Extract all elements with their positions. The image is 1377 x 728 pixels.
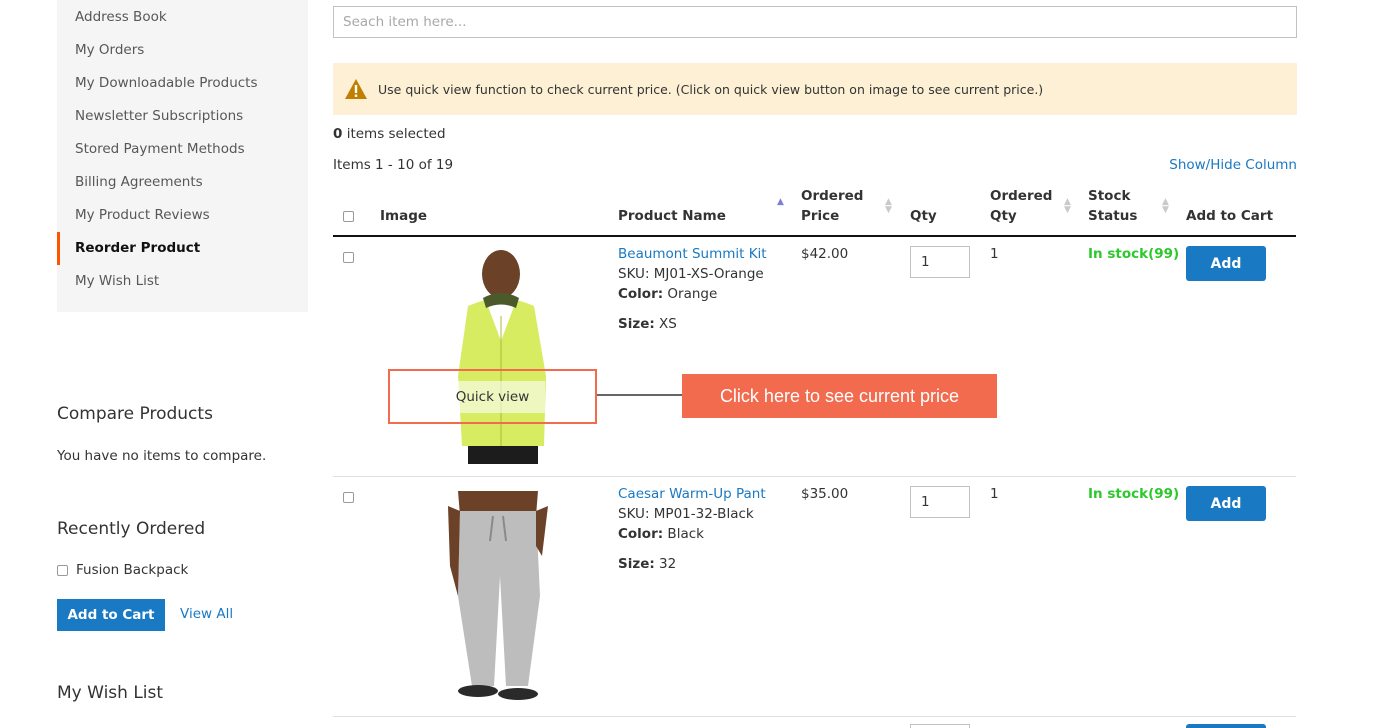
column-header-stock-status[interactable]: Stock Status — [1088, 186, 1137, 226]
product-sku: SKU: MP01-32-Black — [618, 506, 754, 522]
recently-ordered-title: Recently Ordered — [57, 519, 206, 539]
add-button[interactable]: Add — [1186, 486, 1266, 521]
select-all-checkbox[interactable] — [343, 211, 354, 222]
product-image-jacket[interactable] — [428, 246, 568, 464]
sort-unsorted-icon[interactable]: ▲ ▼ — [1064, 198, 1071, 215]
account-sidebar-nav: Address Book My Orders My Downloadable P… — [57, 0, 308, 312]
sort-unsorted-icon[interactable]: ▲ ▼ — [885, 198, 892, 215]
column-header-qty: Qty — [910, 208, 937, 224]
table-row: Caesar Warm-Up Pant SKU: MP01-32-Black C… — [333, 478, 1296, 717]
show-hide-column-link[interactable]: Show/Hide Column — [1169, 157, 1297, 173]
compare-products-title: Compare Products — [57, 404, 213, 424]
current-price-callout[interactable]: Click here to see current price — [682, 374, 997, 418]
ordered-price: $35.00 — [801, 486, 849, 502]
product-name-link[interactable]: Caesar Warm-Up Pant — [618, 486, 766, 502]
color-value: Black — [663, 526, 704, 542]
product-sku: SKU: MJ01-XS-Orange — [618, 266, 764, 282]
column-header-product-name[interactable]: Product Name — [618, 206, 726, 226]
sidebar-item-downloadable-products[interactable]: My Downloadable Products — [57, 67, 308, 100]
items-selected-count: 0 items selected — [333, 126, 446, 142]
qty-input[interactable] — [910, 486, 970, 518]
wish-list-title: My Wish List — [57, 683, 164, 703]
stock-status: In stock(99) — [1088, 246, 1180, 262]
product-size: Size: XS — [618, 316, 677, 332]
notice-text: Use quick view function to check current… — [378, 81, 1044, 97]
recently-ordered-item-label: Fusion Backpack — [76, 562, 189, 578]
ordered-qty-line2: Qty — [990, 208, 1017, 224]
items-range: Items 1 - 10 of 19 — [333, 157, 454, 173]
table-header: Image Product Name ▲ Ordered Price ▲ ▼ Qt… — [333, 186, 1296, 237]
next-row-qty-input[interactable] — [910, 724, 970, 728]
add-button[interactable]: Add — [1186, 246, 1266, 281]
sidebar-add-to-cart-button[interactable]: Add to Cart — [57, 599, 165, 631]
sidebar-item-address-book[interactable]: Address Book — [57, 1, 308, 34]
quick-view-notice: Use quick view function to check current… — [333, 63, 1297, 115]
sidebar-item-newsletter[interactable]: Newsletter Subscriptions — [57, 100, 308, 133]
size-label: Size: — [618, 316, 655, 332]
compare-empty-text: You have no items to compare. — [57, 448, 267, 464]
selected-number: 0 — [333, 126, 343, 142]
quick-view-button[interactable]: Quick view — [439, 380, 546, 413]
ordered-qty: 1 — [990, 246, 999, 262]
product-size: Size: 32 — [618, 556, 676, 572]
sort-ascending-icon[interactable]: ▲ — [777, 198, 784, 207]
stock-status-line2: Status — [1088, 208, 1138, 224]
product-color: Color: Black — [618, 526, 704, 542]
warning-icon — [345, 79, 367, 99]
sidebar-item-my-orders[interactable]: My Orders — [57, 34, 308, 67]
column-header-image: Image — [380, 208, 428, 224]
size-value: XS — [654, 316, 677, 332]
stock-status-line1: Stock — [1088, 188, 1131, 204]
ordered-price-line2: Price — [801, 208, 840, 224]
column-header-ordered-price[interactable]: Ordered Price — [801, 186, 863, 226]
column-header-add-to-cart: Add to Cart — [1186, 208, 1274, 224]
row-select-checkbox[interactable] — [343, 252, 354, 263]
sidebar-item-reorder-product[interactable]: Reorder Product — [57, 232, 308, 265]
sort-unsorted-icon[interactable]: ▲ ▼ — [1162, 198, 1169, 215]
row-select-checkbox[interactable] — [343, 492, 354, 503]
ordered-price: $42.00 — [801, 246, 849, 262]
recently-ordered-item[interactable]: Fusion Backpack — [57, 562, 188, 578]
sidebar-item-product-reviews[interactable]: My Product Reviews — [57, 199, 308, 232]
color-value: Orange — [663, 286, 718, 302]
ordered-qty-line1: Ordered — [990, 188, 1053, 204]
size-label: Size: — [618, 556, 655, 572]
qty-input[interactable] — [910, 246, 970, 278]
table-row: Beaumont Summit Kit SKU: MJ01-XS-Orange … — [333, 238, 1296, 477]
size-value: 32 — [654, 556, 677, 572]
selected-suffix: items selected — [342, 126, 446, 142]
sidebar-item-billing-agreements[interactable]: Billing Agreements — [57, 166, 308, 199]
quick-view-highlight: Quick view — [388, 369, 597, 424]
color-label: Color: — [618, 526, 664, 542]
ordered-qty: 1 — [990, 486, 999, 502]
color-label: Color: — [618, 286, 664, 302]
ordered-price-line1: Ordered — [801, 188, 864, 204]
stock-status: In stock(99) — [1088, 486, 1180, 502]
sidebar-item-payment-methods[interactable]: Stored Payment Methods — [57, 133, 308, 166]
sidebar-item-wish-list[interactable]: My Wish List — [57, 265, 308, 298]
next-row-add-button[interactable] — [1186, 724, 1266, 728]
product-image-pants[interactable] — [428, 486, 568, 704]
column-header-ordered-qty[interactable]: Ordered Qty — [990, 186, 1052, 226]
search-input[interactable] — [333, 6, 1297, 38]
view-all-link[interactable]: View All — [180, 606, 233, 622]
callout-connector-line — [597, 394, 683, 396]
recently-ordered-checkbox[interactable] — [57, 564, 68, 576]
product-name-link[interactable]: Beaumont Summit Kit — [618, 246, 767, 262]
product-color: Color: Orange — [618, 286, 717, 302]
